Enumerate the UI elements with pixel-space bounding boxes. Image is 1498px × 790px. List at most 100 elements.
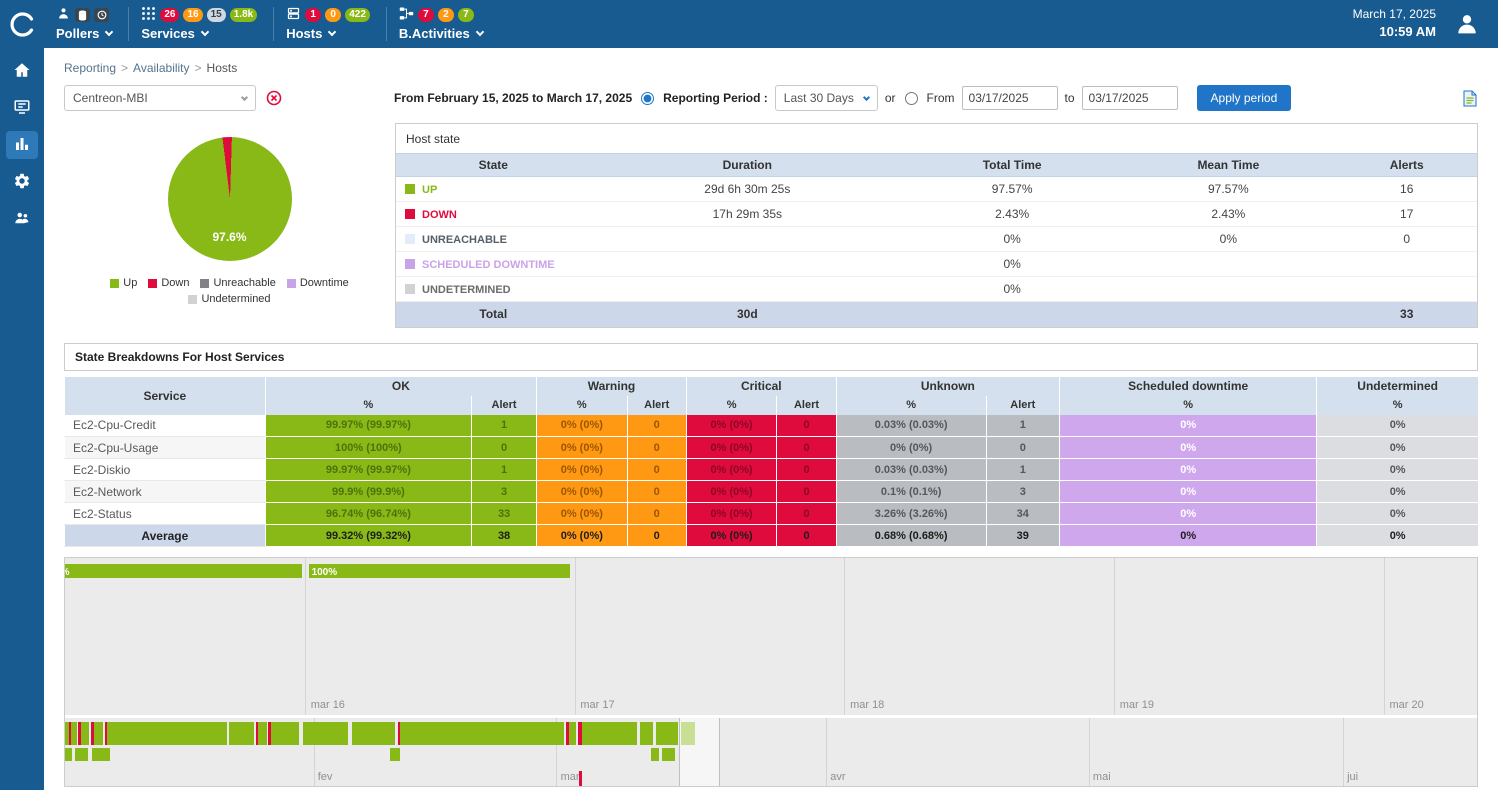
- overview-segment: [271, 722, 299, 745]
- service-name[interactable]: Ec2-Diskio: [65, 459, 266, 481]
- hosts-critical-badge[interactable]: 1: [305, 8, 321, 22]
- user-menu[interactable]: [1452, 9, 1482, 39]
- to-date-input[interactable]: [1082, 86, 1178, 110]
- overview-red-tick: [579, 771, 582, 786]
- services-pending-badge[interactable]: 15: [207, 8, 226, 22]
- host-group-select[interactable]: Centreon-MBI: [64, 85, 256, 111]
- overview-selection-window[interactable]: [679, 718, 720, 786]
- timeline-gridline: [1114, 558, 1115, 715]
- col-total-time: Total Time: [904, 154, 1120, 177]
- state-color-swatch: [405, 234, 415, 244]
- critical-alert-cell: 0: [777, 481, 836, 503]
- services-label: Services: [141, 26, 195, 41]
- state-name: SCHEDULED DOWNTIME: [422, 259, 555, 271]
- sub-critical-alert: Alert: [777, 396, 836, 415]
- menu-pollers[interactable]: Pollers: [44, 0, 128, 48]
- ba-ok-badge[interactable]: 7: [458, 8, 474, 22]
- availability-pie-panel: 97.6% UpDownUnreachableDowntime Undeterm…: [64, 123, 395, 328]
- ba-critical-badge[interactable]: 7: [418, 8, 434, 22]
- overview-segment: [400, 722, 564, 745]
- warning-alert-cell: 0: [627, 437, 686, 459]
- period-select-value: Last 30 Days: [784, 91, 854, 105]
- export-report-icon[interactable]: [1462, 90, 1478, 107]
- timeline-detail-chart[interactable]: mar 16mar 17mar 18mar 19mar 20100%100%: [65, 558, 1477, 715]
- overview-gridline: [826, 718, 827, 786]
- timeline-overview-chart[interactable]: fevmaravrmaijui: [65, 715, 1477, 786]
- legend-swatch: [188, 295, 197, 304]
- from-date-input[interactable]: [962, 86, 1058, 110]
- overview-gridline: [1089, 718, 1090, 786]
- overview-segment: [75, 748, 88, 761]
- average-label: Average: [65, 525, 266, 547]
- menu-services[interactable]: 26 16 15 1.8k Services: [129, 0, 273, 48]
- legend-item-down: Down: [148, 277, 189, 289]
- legend-item-up: Up: [110, 277, 137, 289]
- sidebar-item-administration[interactable]: [6, 205, 38, 233]
- legend-item-undetermined: Undetermined: [188, 293, 270, 305]
- services-ok-badge[interactable]: 1.8k: [230, 8, 257, 22]
- period-select[interactable]: Last 30 Days: [775, 85, 878, 111]
- legend-label: Down: [161, 277, 189, 289]
- service-name[interactable]: Ec2-Network: [65, 481, 266, 503]
- filter-bar: Centreon-MBI From February 15, 2025 to M…: [44, 75, 1498, 115]
- ba-warning-badge[interactable]: 2: [438, 8, 454, 22]
- menu-business-activities[interactable]: 7 2 7 B.Activities: [387, 0, 499, 48]
- state-color-swatch: [405, 284, 415, 294]
- services-critical-badge[interactable]: 26: [160, 8, 179, 22]
- menu-hosts[interactable]: 1 0 422 Hosts: [274, 0, 386, 48]
- sidebar-item-monitoring[interactable]: [6, 94, 38, 122]
- total-empty-cell: [1120, 302, 1336, 327]
- overview-month-label: mai: [1093, 771, 1111, 783]
- state-cell: UNREACHABLE: [396, 227, 591, 252]
- timeline-gridline: [844, 558, 845, 715]
- mean-time-cell: [1120, 252, 1336, 277]
- sidebar-item-home[interactable]: [6, 57, 38, 85]
- host-state-section: 97.6% UpDownUnreachableDowntime Undeterm…: [44, 115, 1498, 328]
- service-name[interactable]: Ec2-Cpu-Usage: [65, 437, 266, 459]
- overview-segment: [582, 722, 637, 745]
- custom-period-radio[interactable]: [905, 92, 918, 105]
- critical-pct-cell: 0% (0%): [686, 415, 776, 437]
- service-name[interactable]: Ec2-Status: [65, 503, 266, 525]
- undetermined-pct-cell: 0%: [1317, 459, 1478, 481]
- unknown-alert-cell: 1: [986, 459, 1060, 481]
- scheduled-downtime-pct-cell: 0%: [1060, 525, 1317, 547]
- sidebar-item-configuration[interactable]: [6, 168, 38, 196]
- undetermined-pct-cell: 0%: [1317, 415, 1478, 437]
- ok-alert-cell: 1: [472, 459, 537, 481]
- breadcrumb-availability[interactable]: Availability: [133, 61, 189, 75]
- overview-segment: [92, 748, 110, 761]
- overview-month-label: mar: [561, 771, 580, 783]
- hosts-ok-badge[interactable]: 422: [345, 8, 370, 22]
- sub-sched-pct: %: [1060, 396, 1317, 415]
- col-alerts: Alerts: [1336, 154, 1477, 177]
- critical-pct-cell: 0% (0%): [686, 481, 776, 503]
- breakdown-section: State Breakdowns For Host Services Servi…: [64, 343, 1478, 548]
- monitoring-icon: [13, 98, 31, 119]
- legend-item-unreachable: Unreachable: [200, 277, 275, 289]
- scheduled-downtime-pct-cell: 0%: [1060, 503, 1317, 525]
- warning-pct-cell: 0% (0%): [537, 503, 627, 525]
- overview-segment: [107, 722, 227, 745]
- services-warning-badge[interactable]: 16: [183, 8, 202, 22]
- hosts-warning-badge[interactable]: 0: [325, 8, 341, 22]
- topbar-menus: Pollers 26 16 15 1.8k Services 1 0 422 H…: [44, 0, 499, 48]
- clear-selection-icon[interactable]: [266, 90, 282, 106]
- sub-unknown-alert: Alert: [986, 396, 1060, 415]
- sidebar-item-reporting[interactable]: [6, 131, 38, 159]
- total-duration: 30d: [591, 302, 904, 327]
- alerts-cell: 16: [1336, 177, 1477, 202]
- undetermined-pct-cell: 0%: [1317, 503, 1478, 525]
- sub-ok-alert: Alert: [472, 396, 537, 415]
- breadcrumb-reporting[interactable]: Reporting: [64, 61, 116, 75]
- current-date: March 17, 2025: [1353, 6, 1436, 23]
- preset-period-radio[interactable]: [641, 92, 654, 105]
- total-label: Total: [396, 302, 591, 327]
- centreon-logo[interactable]: [0, 0, 44, 48]
- undetermined-pct-cell: 0%: [1317, 437, 1478, 459]
- service-name[interactable]: Ec2-Cpu-Credit: [65, 415, 266, 437]
- scheduled-downtime-pct-cell: 0%: [1060, 481, 1317, 503]
- apply-period-button[interactable]: Apply period: [1197, 85, 1292, 111]
- total-alerts: 33: [1336, 302, 1477, 327]
- legend-item-downtime: Downtime: [287, 277, 349, 289]
